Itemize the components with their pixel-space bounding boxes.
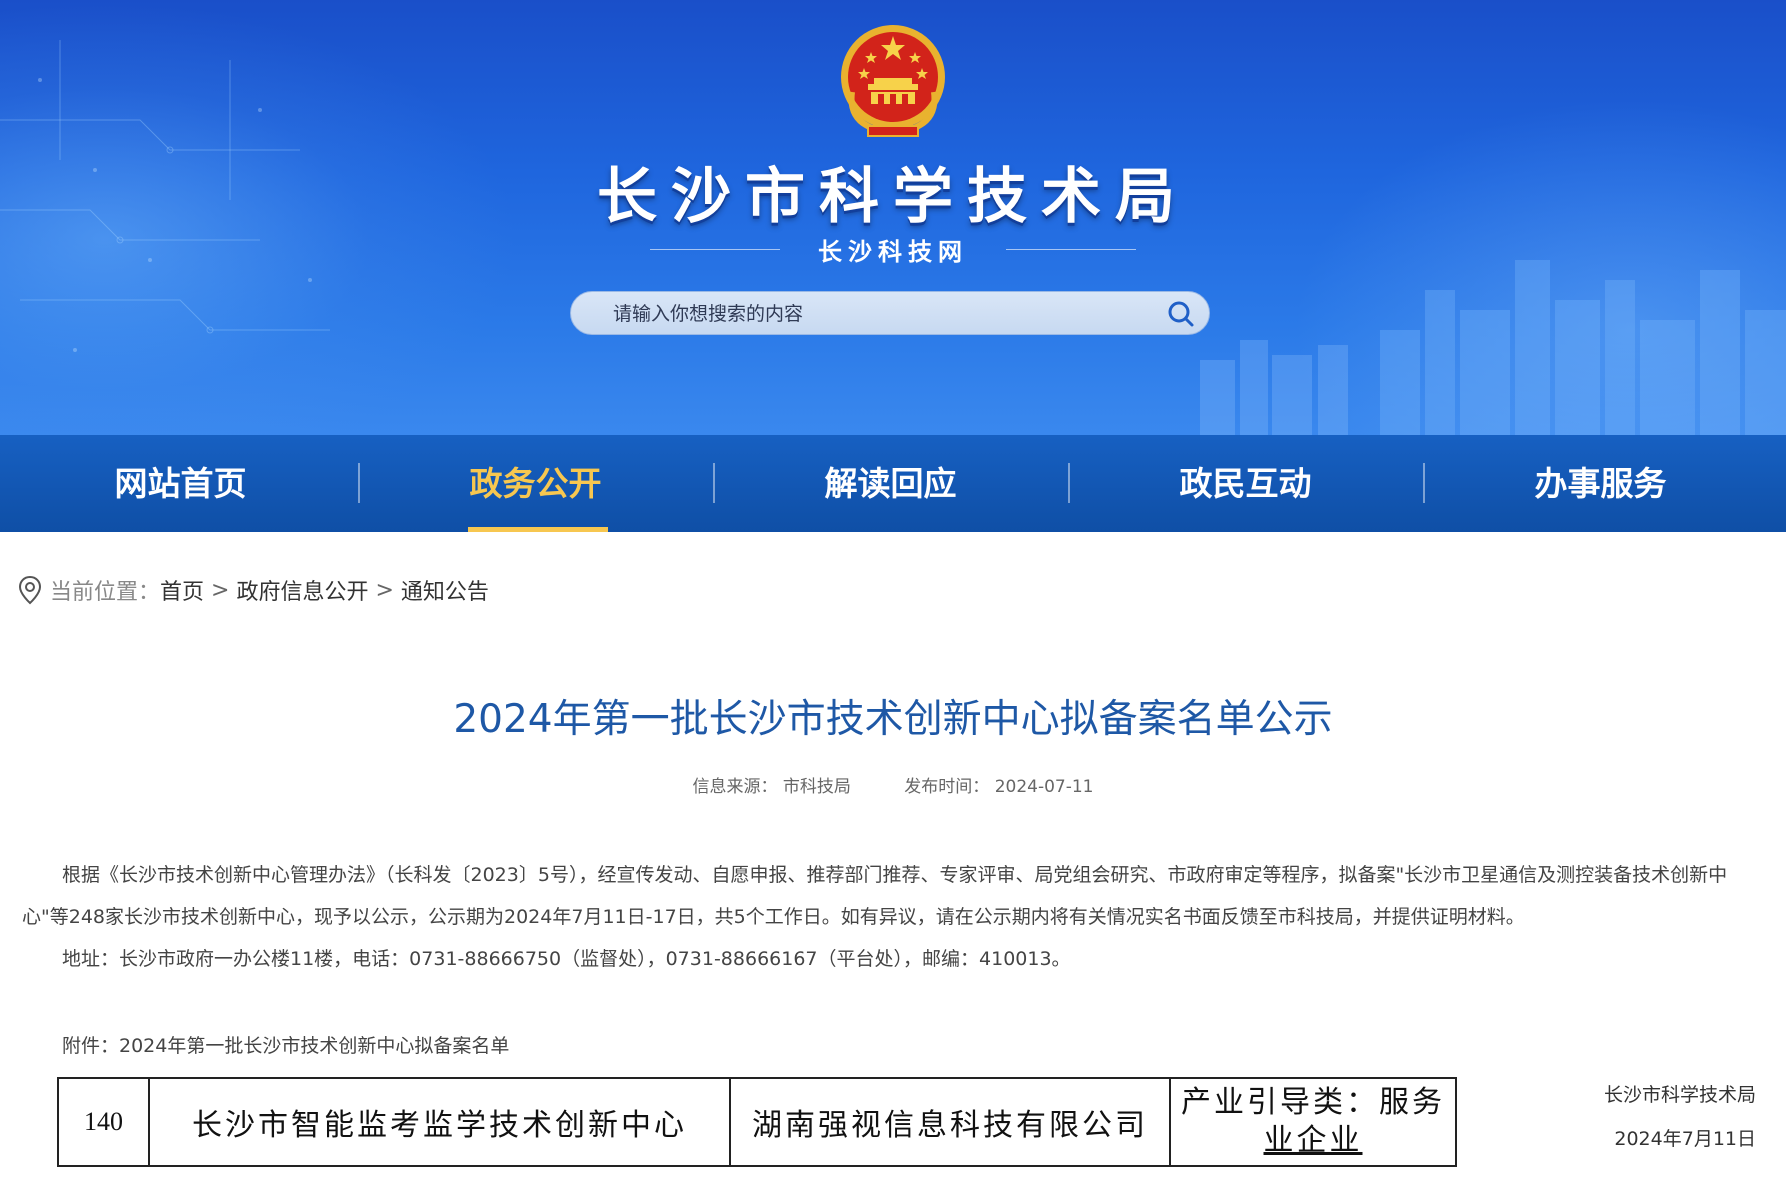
breadcrumb-gov-info-link[interactable]: 政府信息公开 [236, 574, 368, 606]
site-title: 长沙市科学技术局 [597, 162, 1189, 232]
nav-item-interpretation[interactable]: 解读回应 [713, 435, 1068, 532]
location-pin-icon [18, 575, 42, 605]
table-row: 140 长沙市智能监考监学技术创新中心 湖南强视信息科技有限公司 产业引导类：服… [57, 1077, 1457, 1167]
nav-item-services[interactable]: 办事服务 [1423, 435, 1778, 532]
main-nav: 网站首页 政务公开 解读回应 政民互动 办事服务 [0, 435, 1786, 532]
table-cell-no: 140 [57, 1077, 150, 1167]
article-paragraph: 根据《长沙市技术创新中心管理办法》（长科发〔2023〕5号），经宣传发动、自愿申… [22, 864, 1728, 928]
breadcrumb-separator: > [375, 577, 394, 603]
signature-block: 长沙市科学技术局 2024年7月11日 [1604, 1073, 1756, 1161]
breadcrumb-separator: > [211, 577, 230, 603]
attachment-table: 140 长沙市智能监考监学技术创新中心 湖南强视信息科技有限公司 产业引导类：服… [57, 1077, 1457, 1167]
national-emblem-icon [841, 25, 945, 137]
attachment-label: 附件：2024年第一批长沙市技术创新中心拟备案名单 [62, 1035, 510, 1057]
nav-item-gov-affairs[interactable]: 政务公开 [358, 435, 713, 532]
search-input[interactable] [611, 292, 1135, 336]
breadcrumb-prefix: 当前位置： [50, 580, 161, 605]
table-cell-category: 产业引导类：服务 业企业 [1169, 1077, 1457, 1167]
site-subtitle-row: 长沙科技网 [0, 232, 1786, 266]
search-bar [570, 291, 1210, 336]
article-meta: 信息来源： 市科技局 发布时间： 2024-07-11 [0, 772, 1786, 797]
sign-org: 长沙市科学技术局 [1603, 1084, 1756, 1106]
category-line1: 产业引导类：服务 [1181, 1085, 1445, 1120]
table-cell-center: 长沙市智能监考监学技术创新中心 [148, 1077, 731, 1167]
site-subtitle: 长沙科技网 [818, 238, 968, 266]
category-line2: 业企业 [1263, 1123, 1363, 1158]
article-date: 发布时间： 2024-07-11 [904, 777, 1094, 797]
nav-item-home[interactable]: 网站首页 [3, 435, 358, 532]
breadcrumb-home-link[interactable]: 首页 [160, 574, 204, 606]
search-icon[interactable] [1167, 300, 1195, 328]
breadcrumb-notices-link[interactable]: 通知公告 [401, 574, 489, 606]
subtitle-divider-right [1006, 249, 1136, 250]
header-banner: 长沙市科学技术局 长沙科技网 [0, 0, 1786, 435]
table-cell-company: 湖南强视信息科技有限公司 [729, 1077, 1171, 1167]
article-source: 信息来源： 市科技局 [692, 777, 851, 797]
nav-item-interaction[interactable]: 政民互动 [1068, 435, 1423, 532]
article-title: 2024年第一批长沙市技术创新中心拟备案名单公示 [453, 697, 1333, 742]
sign-date: 2024年7月11日 [1614, 1128, 1756, 1150]
article-address: 地址：长沙市政府一办公楼11楼，电话：0731-88666750（监督处），07… [62, 948, 1071, 970]
breadcrumb: 当前位置： 首页 > 政府信息公开 > 通知公告 [18, 572, 489, 608]
